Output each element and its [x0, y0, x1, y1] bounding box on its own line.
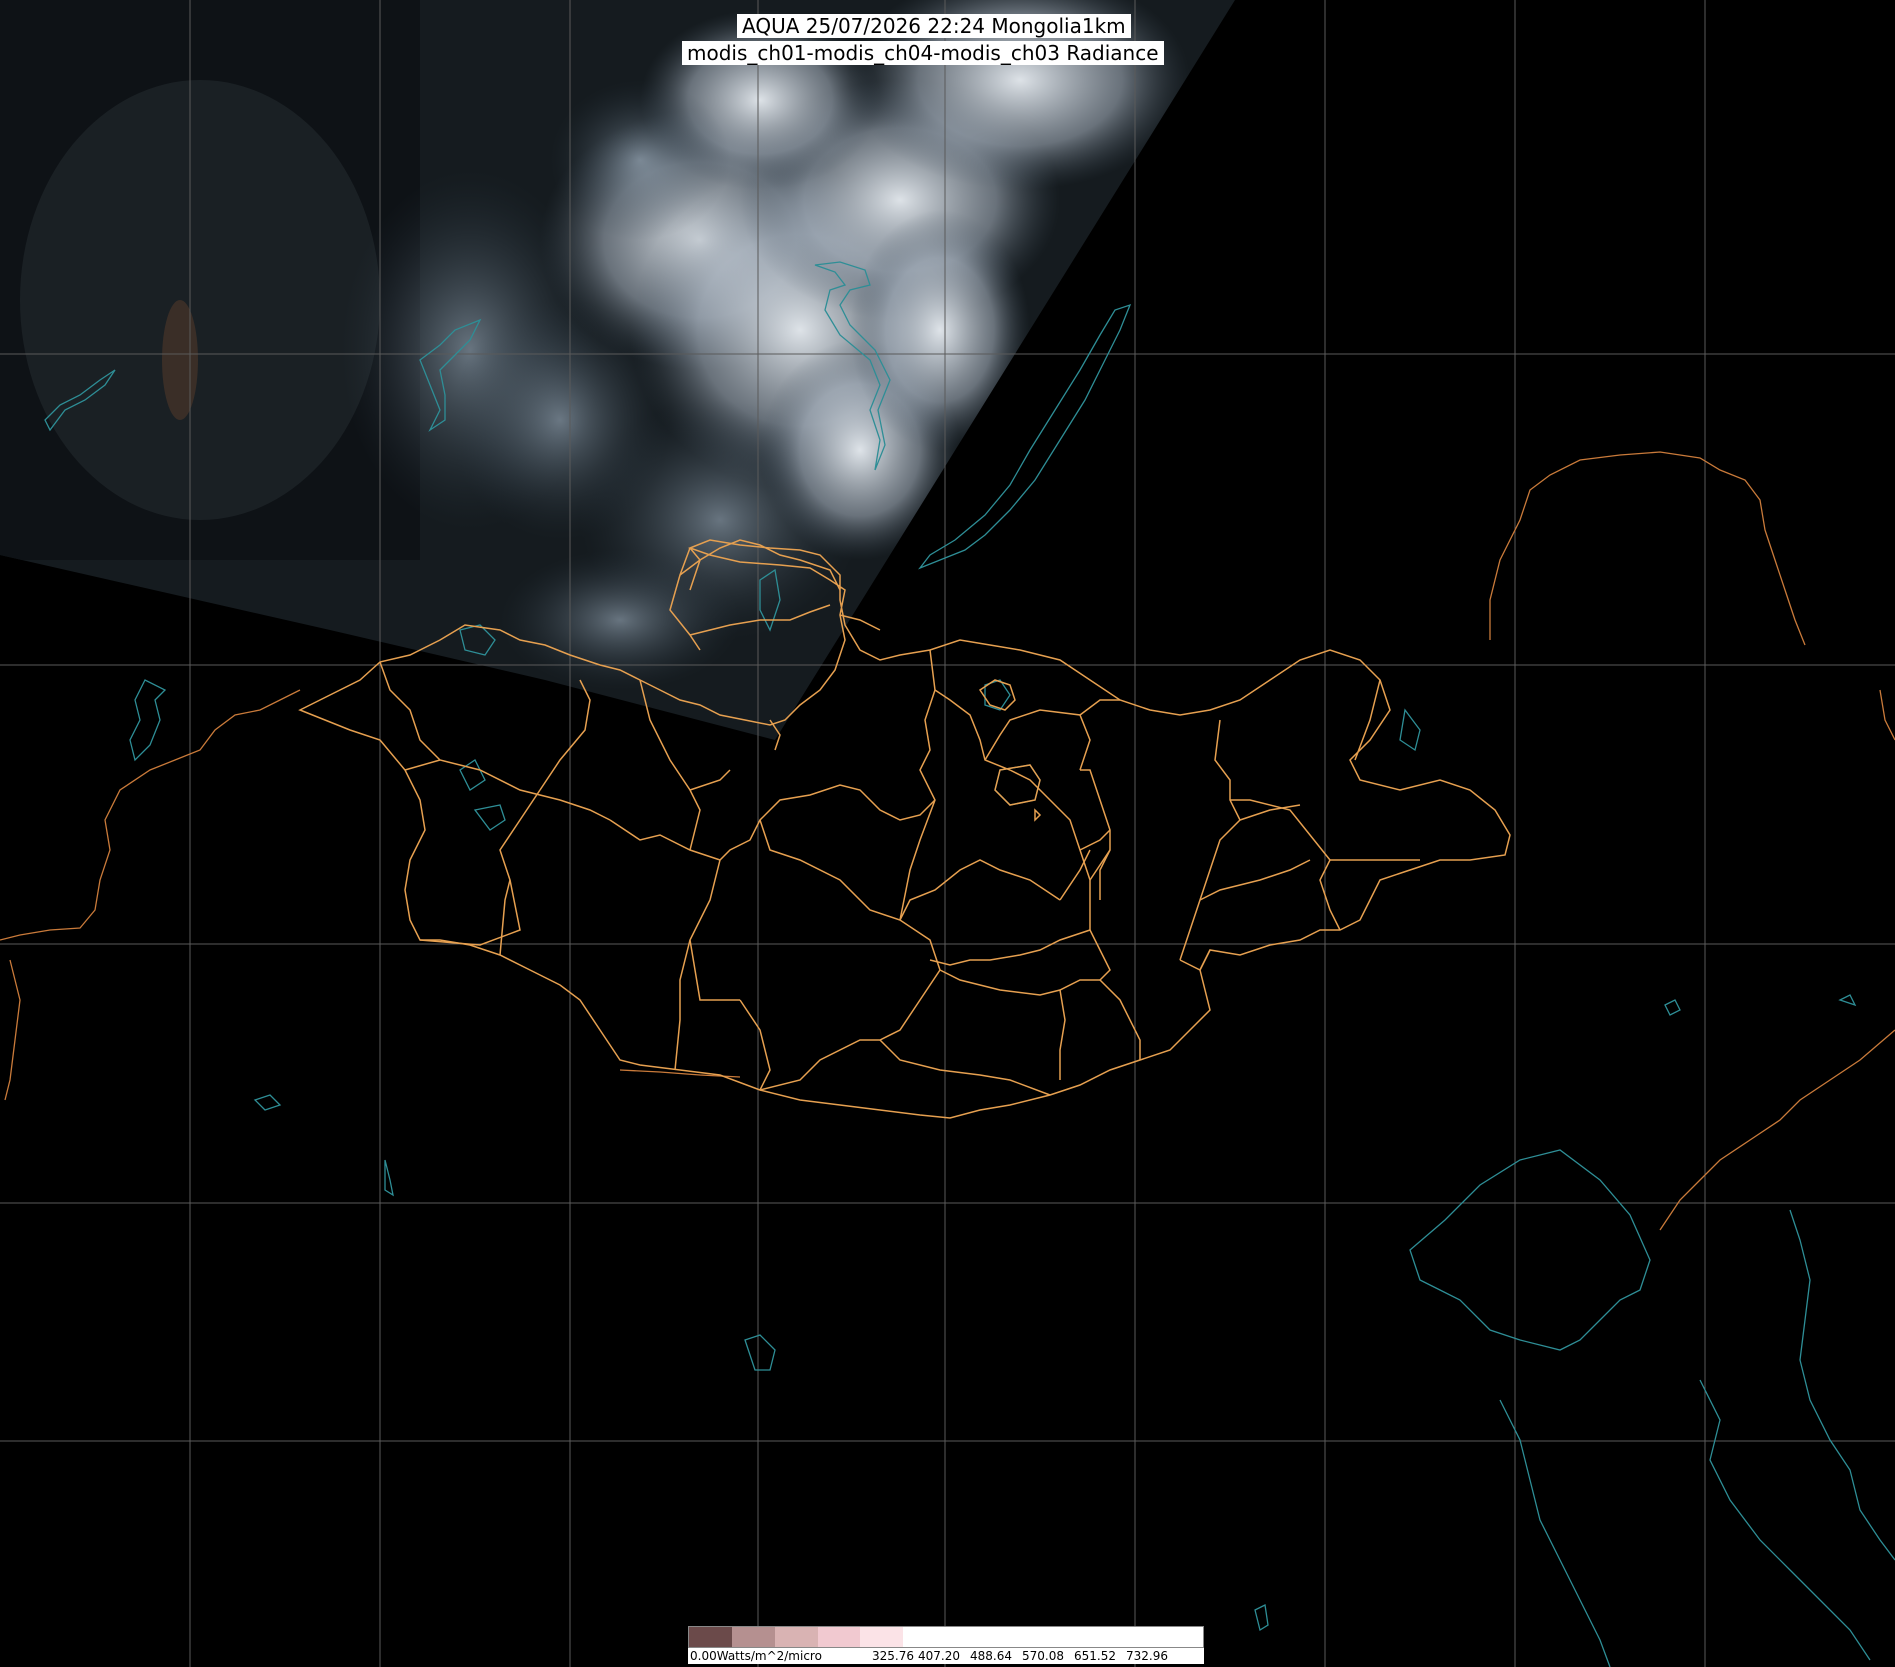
colorbar-tick: 488.64: [970, 1649, 1012, 1663]
colorbar-segment: [1117, 1627, 1161, 1647]
colorbar-tick: 407.20: [918, 1649, 960, 1663]
colorbar-segment: [903, 1627, 947, 1647]
colorbar-labels: 0.00Watts/m^2/micro 325.76 407.20 488.64…: [688, 1648, 1204, 1664]
colorbar-segment: [1160, 1627, 1204, 1647]
colorbar: 0.00Watts/m^2/micro 325.76 407.20 488.64…: [688, 1626, 1204, 1664]
colorbar-tick: 651.52: [1074, 1649, 1116, 1663]
colorbar-segment: [1031, 1627, 1075, 1647]
colorbar-segment: [731, 1627, 776, 1647]
colorbar-ramp: [688, 1626, 1204, 1648]
satellite-map: [0, 0, 1895, 1667]
satellite-swath: [0, 0, 1235, 740]
title-line-2: modis_ch01-modis_ch04-modis_ch03 Radianc…: [682, 41, 1164, 65]
colorbar-segment: [860, 1627, 904, 1647]
admin-borders: [298, 539, 1511, 1119]
colorbar-unit-label: 0.00Watts/m^2/micro: [690, 1649, 822, 1663]
colorbar-segment: [988, 1627, 1033, 1647]
colorbar-segment: [1074, 1627, 1118, 1647]
colorbar-segment: [817, 1627, 861, 1647]
colorbar-segment: [946, 1627, 990, 1647]
colorbar-segment: [689, 1627, 733, 1647]
colorbar-tick: 325.76: [872, 1649, 914, 1663]
colorbar-segment: [774, 1627, 818, 1647]
colorbar-tick: 732.96: [1126, 1649, 1168, 1663]
title-line-1: AQUA 25/07/2026 22:24 Mongolia1km: [737, 14, 1131, 38]
colorbar-tick: 570.08: [1022, 1649, 1064, 1663]
